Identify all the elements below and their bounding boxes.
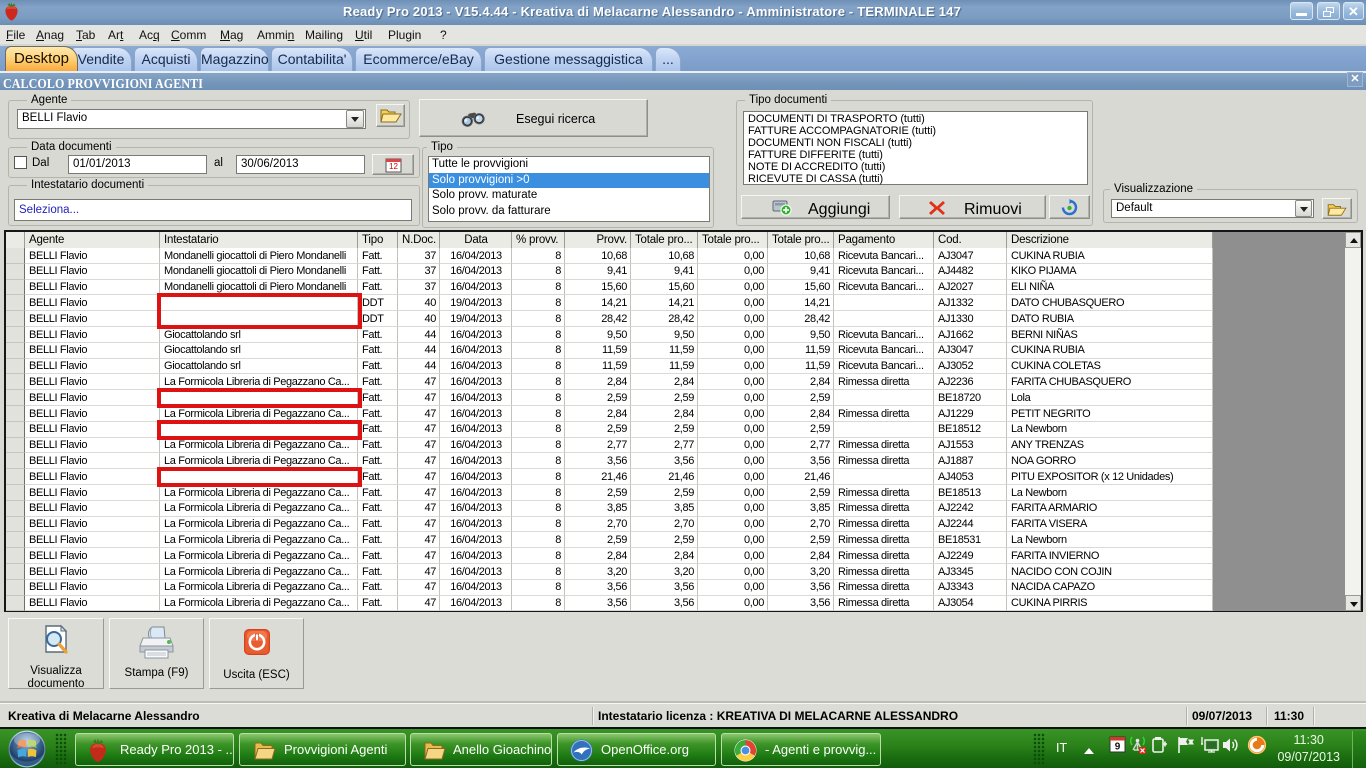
svg-text:9: 9	[1115, 742, 1121, 753]
svg-text:12: 12	[389, 162, 398, 171]
